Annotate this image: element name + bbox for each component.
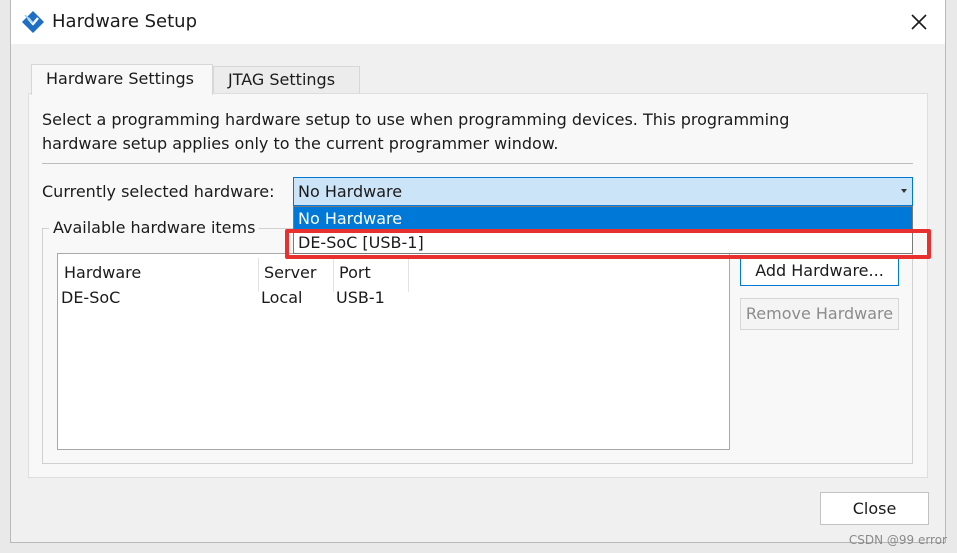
hardware-items-table[interactable]: Hardware Server Port DE-SoC Local USB-1 [57,253,730,450]
close-icon[interactable] [907,10,931,34]
separator [42,163,913,164]
table-cell-server[interactable]: Local [261,287,302,309]
setup-description: Select a programming hardware setup to u… [42,110,790,153]
current-hardware-label: Currently selected hardware: [42,182,275,201]
remove-hardware-button[interactable]: Remove Hardware [740,298,899,330]
column-header-hardware[interactable]: Hardware [64,262,141,284]
table-cell-port[interactable]: USB-1 [336,287,385,309]
title-bar: Hardware Setup [11,0,945,44]
column-header-port[interactable]: Port [339,262,371,284]
chevron-down-icon [901,189,907,193]
column-header-server[interactable]: Server [264,262,316,284]
table-cell-hardware[interactable]: DE-SoC [61,287,120,309]
tab-hardware-settings[interactable]: Hardware Settings [31,64,213,95]
add-hardware-button[interactable]: Add Hardware... [740,256,899,286]
window-title: Hardware Setup [52,11,198,32]
hardware-setup-window: Hardware Setup JTAG Settings Hardware Se… [10,0,946,543]
current-hardware-value: No Hardware [298,182,403,201]
current-hardware-select[interactable]: No Hardware [293,177,913,206]
tab-jtag-settings[interactable]: JTAG Settings [213,66,360,94]
column-divider [258,258,259,292]
quartus-programmer-icon [22,11,44,33]
dropdown-option-no-hardware[interactable]: No Hardware [294,207,912,230]
column-divider [408,258,409,292]
column-divider [333,258,334,292]
highlight-annotation [285,229,931,259]
close-button[interactable]: Close [820,492,929,525]
available-hardware-label: Available hardware items [49,216,260,240]
watermark: CSDN @99 error [848,533,947,547]
